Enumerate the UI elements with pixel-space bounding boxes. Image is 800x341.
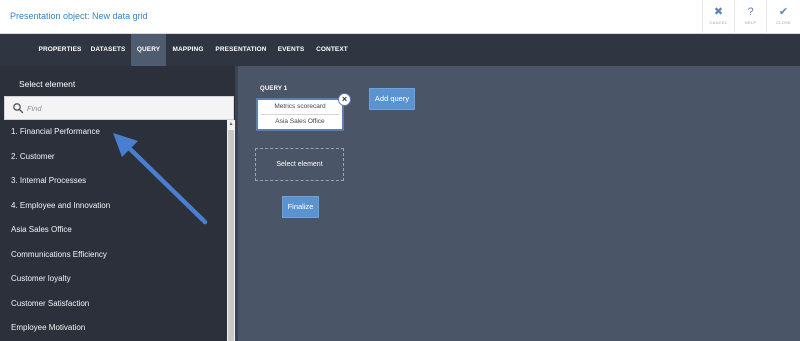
close-label: CLOSE [775, 20, 792, 25]
tab-query[interactable]: QUERY [131, 34, 166, 66]
panel-title: Select element [19, 79, 76, 89]
element-list: 1. Financial Performance 2. Customer 3. … [4, 120, 226, 341]
search-box[interactable] [4, 96, 234, 120]
tab-properties[interactable]: PROPERTIES [34, 34, 86, 66]
list-item[interactable]: Communications Efficiency [4, 243, 226, 268]
list-item[interactable]: Asia Sales Office [4, 218, 226, 243]
tab-datasets[interactable]: DATASETS [87, 34, 129, 66]
question-icon: ? [747, 6, 754, 18]
list-item[interactable]: 1. Financial Performance [4, 120, 226, 145]
list-item[interactable]: 4. Employee and Innovation [4, 194, 226, 219]
checkmark-icon: ✔ [778, 6, 789, 18]
query-label: QUERY 1 [260, 86, 288, 92]
scroll-up-icon[interactable]: ▲ [227, 120, 235, 128]
scroll-thumb[interactable] [228, 130, 234, 341]
cancel-button[interactable]: ✖ CANCEL [702, 0, 734, 34]
help-button[interactable]: ? HELP [734, 0, 766, 34]
x-icon: ✖ [713, 6, 724, 18]
list-scrollbar[interactable]: ▲ [227, 120, 235, 341]
tab-presentation[interactable]: PRESENTATION [212, 34, 270, 66]
search-input[interactable] [27, 101, 227, 115]
query-box[interactable]: Metrics scorecard Asia Sales Office [256, 98, 344, 131]
select-element-panel: Select element 1. Financial Performance … [0, 66, 238, 341]
help-label: HELP [744, 20, 757, 25]
list-item[interactable]: Customer Satisfaction [4, 292, 226, 317]
tab-events[interactable]: EVENTS [274, 34, 308, 66]
list-item[interactable]: Customer loyalty [4, 267, 226, 292]
add-query-button[interactable]: Add query [369, 88, 415, 110]
page-title: Presentation object: New data grid [10, 11, 148, 21]
close-button[interactable]: ✔ CLOSE [766, 0, 800, 34]
finalize-button[interactable]: Finalize [282, 196, 319, 218]
tab-context[interactable]: CONTEXT [312, 34, 352, 66]
query-row-dataset[interactable]: Metrics scorecard [258, 100, 342, 114]
select-element-dropzone[interactable]: Select element [255, 148, 344, 181]
list-item[interactable]: 3. Internal Processes [4, 169, 226, 194]
tab-bar: PROPERTIES DATASETS QUERY MAPPING PRESEN… [0, 34, 800, 66]
header-bar: Presentation object: New data grid ✖ CAN… [0, 0, 800, 34]
list-item[interactable]: Employee Motivation [4, 316, 226, 341]
cancel-label: CANCEL [709, 20, 728, 25]
list-item[interactable]: 2. Customer [4, 145, 226, 170]
query-row-element[interactable]: Asia Sales Office [261, 114, 339, 128]
search-icon [13, 103, 24, 114]
close-icon[interactable]: × [338, 93, 351, 106]
tab-mapping[interactable]: MAPPING [168, 34, 208, 66]
